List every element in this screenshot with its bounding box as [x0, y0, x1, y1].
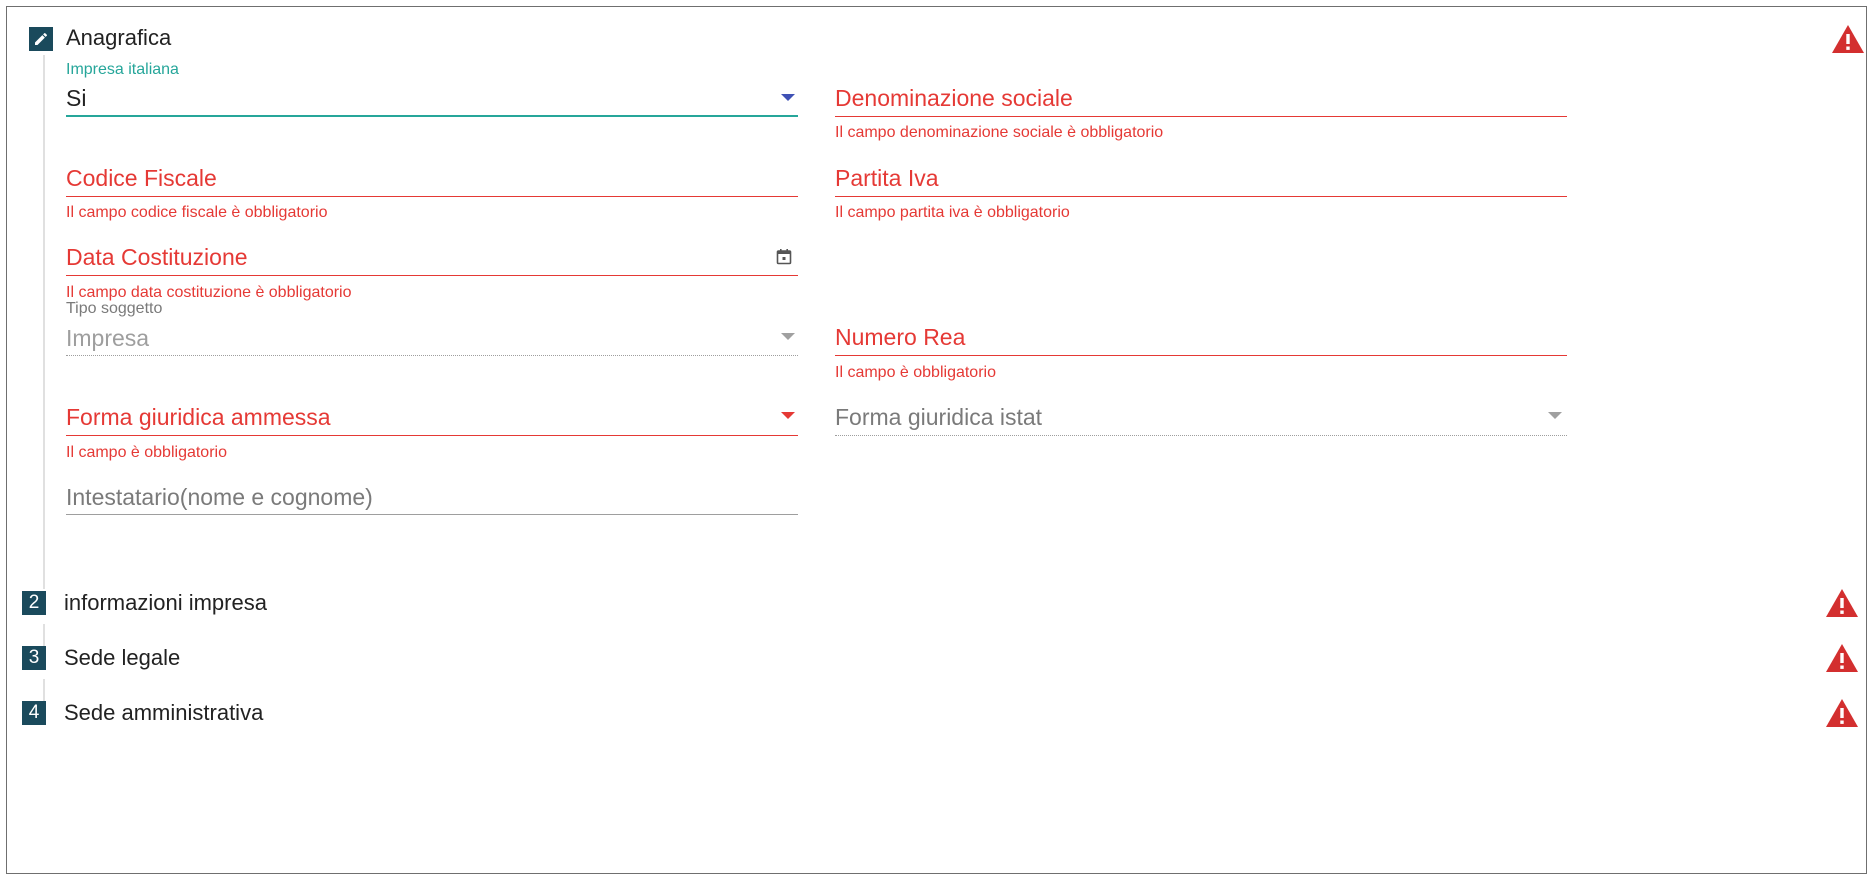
calendar-icon[interactable]: [776, 248, 792, 265]
warning-icon: [1826, 644, 1858, 672]
error-message: Il campo è obbligatorio: [835, 364, 996, 381]
step-title: Anagrafica: [66, 25, 172, 50]
codice-fiscale-label: Codice Fiscale: [66, 165, 217, 191]
underline: [66, 115, 798, 117]
underline: [66, 275, 798, 276]
error-message: Il campo è obbligatorio: [66, 444, 227, 461]
error-message: Il campo partita iva è obbligatorio: [835, 204, 1070, 221]
chevron-down-icon: [781, 333, 795, 340]
underline: [66, 514, 798, 515]
underline: [66, 196, 798, 197]
denominazione-sociale-label: Denominazione sociale: [835, 85, 1073, 111]
forma-giuridica-istat-label: Forma giuridica istat: [835, 404, 1043, 430]
step-connector: [43, 55, 45, 589]
underline: [835, 196, 1567, 197]
error-message: Il campo codice fiscale è obbligatorio: [66, 204, 328, 221]
chevron-down-icon: [781, 412, 795, 419]
underline: [835, 355, 1567, 356]
underline: [835, 435, 1567, 436]
numero-rea-label: Numero Rea: [835, 324, 966, 350]
partita-iva-label: Partita Iva: [835, 165, 939, 191]
warning-icon: [1826, 589, 1858, 617]
impresa-italiana-value: Si: [66, 85, 87, 111]
step-3-badge: 3: [22, 646, 46, 670]
step-title: Sede amministrativa: [64, 700, 264, 725]
step-2-badge: 2: [22, 591, 46, 615]
underline: [66, 355, 798, 356]
chevron-down-icon: [781, 94, 795, 101]
step-4-badge: 4: [22, 701, 46, 725]
step-title: informazioni impresa: [64, 590, 267, 615]
pencil-icon: [35, 32, 48, 45]
underline: [835, 116, 1567, 117]
underline: [66, 435, 798, 436]
chevron-down-icon: [1548, 412, 1562, 419]
tipo-soggetto-value: Impresa: [66, 325, 150, 351]
error-message: Il campo denominazione sociale è obbliga…: [835, 124, 1164, 141]
tipo-soggetto-label: Tipo soggetto: [66, 300, 163, 317]
warning-icon: [1826, 699, 1858, 727]
warning-icon: [1832, 25, 1864, 53]
data-costituzione-label: Data Costituzione: [66, 244, 248, 270]
step-1-badge: [29, 27, 53, 51]
intestatario-placeholder: Intestatario(nome e cognome): [66, 484, 373, 510]
impresa-italiana-label: Impresa italiana: [66, 61, 179, 78]
step-title: Sede legale: [64, 645, 181, 670]
forma-giuridica-ammessa-label: Forma giuridica ammessa: [66, 404, 331, 430]
stepper-panel: Anagrafica Impresa italiana Si Denominaz…: [6, 6, 1867, 874]
